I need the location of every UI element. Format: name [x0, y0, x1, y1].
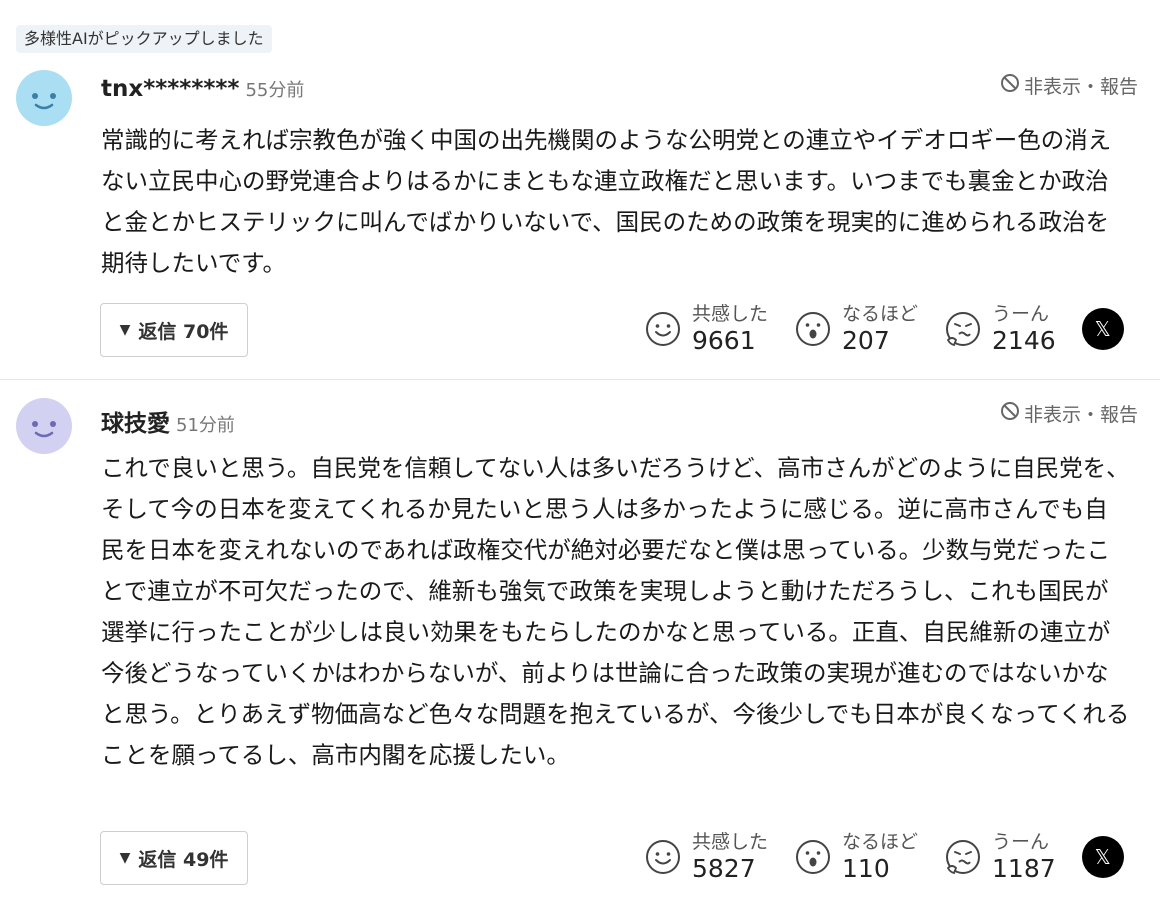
x-logo-icon: 𝕏 [1094, 317, 1111, 341]
reply-toggle-button[interactable]: ▼ 返信 70件 [100, 303, 248, 357]
triangle-down-icon: ▼ [119, 322, 131, 338]
surprised-face-icon [796, 312, 831, 346]
hide-report-link[interactable]: 非表示・報告 [1000, 400, 1138, 427]
comment-body: 常識的に考えれば宗教色が強く中国の出先機関のような公明党との連立やイデオロギー色… [101, 126, 1112, 277]
surprised-face-icon [796, 840, 831, 874]
reaction-hmm-button[interactable]: うーん 1187 [944, 833, 1056, 881]
reaction-count: 9661 [692, 326, 756, 355]
reply-label: 返信 49件 [138, 848, 229, 871]
reply-label: 返信 70件 [138, 320, 229, 343]
reaction-label: 共感した [692, 831, 769, 853]
smile-face-icon [646, 840, 680, 874]
x-share-button[interactable]: 𝕏 [1081, 308, 1124, 350]
reaction-bar: 共感した 5827 なるほど 110 うーん 1187 𝕏 [644, 829, 1124, 885]
reaction-insight-button[interactable]: なるほど 110 [794, 833, 918, 881]
comment-body: これで良いと思う。自民党を信頼してない人は多いだろうけど、高市さんがどのように自… [101, 454, 1130, 769]
reaction-count: 2146 [992, 326, 1056, 355]
avatar[interactable] [16, 398, 72, 454]
thinking-face-icon [946, 840, 981, 875]
reaction-count: 5827 [692, 854, 756, 883]
comment-divider [0, 379, 1160, 380]
avatar[interactable] [16, 70, 72, 126]
reaction-hmm-button[interactable]: うーん 2146 [944, 305, 1056, 353]
hide-report-label: 非表示・報告 [1023, 404, 1138, 426]
post-time: 55分前 [245, 80, 305, 101]
username[interactable]: tnx******** [101, 76, 239, 102]
ai-pick-badge: 多様性AIがピックアップしました [16, 25, 272, 53]
smiley-avatar-icon [16, 398, 72, 454]
hide-report-link[interactable]: 非表示・報告 [1000, 72, 1138, 99]
smiley-avatar-icon [16, 70, 72, 126]
x-share-button[interactable]: 𝕏 [1081, 836, 1124, 878]
reaction-empathy-button[interactable]: 共感した 9661 [644, 305, 768, 353]
comment-header: tnx******** 55分前 [101, 76, 304, 102]
ban-icon [1000, 401, 1020, 426]
reaction-count: 1187 [992, 854, 1056, 883]
reaction-bar: 共感した 9661 なるほど 207 うーん 2146 𝕏 [644, 301, 1124, 357]
reaction-label: うーん [992, 831, 1050, 853]
reaction-count: 110 [842, 854, 890, 883]
reaction-label: うーん [992, 303, 1050, 325]
reply-toggle-button[interactable]: ▼ 返信 49件 [100, 831, 248, 885]
reaction-label: なるほど [842, 303, 919, 325]
thinking-face-icon [946, 312, 981, 347]
reaction-label: 共感した [692, 303, 769, 325]
username[interactable]: 球技愛 [101, 411, 170, 437]
smile-face-icon [646, 312, 680, 346]
x-logo-icon: 𝕏 [1094, 845, 1111, 869]
reaction-insight-button[interactable]: なるほど 207 [794, 305, 918, 353]
triangle-down-icon: ▼ [119, 850, 131, 866]
ban-icon [1000, 73, 1020, 98]
comment-header: 球技愛 51分前 [101, 404, 235, 438]
reaction-label: なるほど [842, 831, 919, 853]
hide-report-label: 非表示・報告 [1023, 76, 1138, 98]
reaction-empathy-button[interactable]: 共感した 5827 [644, 833, 768, 881]
reaction-count: 207 [842, 326, 890, 355]
post-time: 51分前 [176, 415, 235, 436]
